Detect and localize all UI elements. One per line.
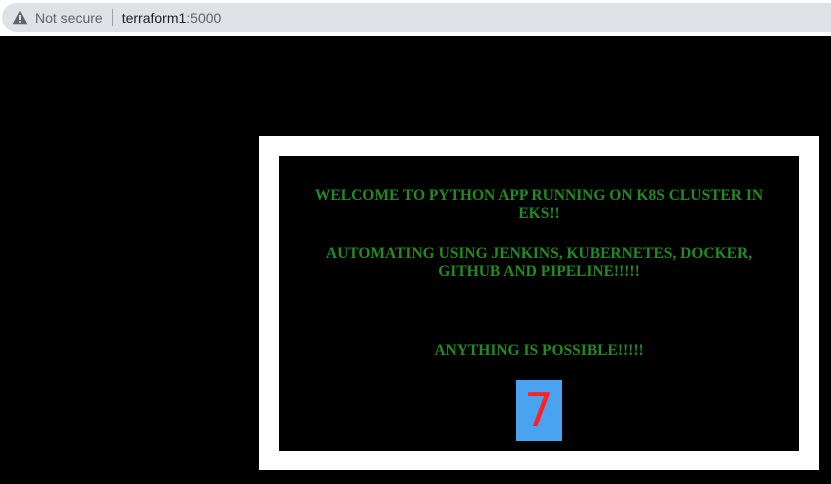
security-status-label[interactable]: Not secure [35, 10, 103, 26]
automating-heading: AUTOMATING USING JENKINS, KUBERNETES, DO… [325, 245, 753, 280]
visit-counter: 7 [516, 380, 562, 441]
browser-toolbar: Not secure terraform1:5000 [0, 0, 831, 36]
possible-heading: ANYTHING IS POSSIBLE!!!!! [434, 342, 644, 359]
url-port: :5000 [186, 9, 222, 26]
content-panel: WELCOME TO PYTHON APP RUNNING ON K8S CLU… [279, 156, 799, 451]
url-host: terraform1 [121, 9, 187, 26]
omnibox-divider [111, 9, 113, 26]
address-bar[interactable]: Not secure terraform1:5000 [2, 3, 831, 32]
content-frame: WELCOME TO PYTHON APP RUNNING ON K8S CLU… [259, 136, 819, 470]
welcome-heading: WELCOME TO PYTHON APP RUNNING ON K8S CLU… [314, 187, 764, 222]
url-text[interactable]: terraform1:5000 [122, 10, 222, 26]
warning-triangle-icon[interactable] [11, 9, 29, 27]
